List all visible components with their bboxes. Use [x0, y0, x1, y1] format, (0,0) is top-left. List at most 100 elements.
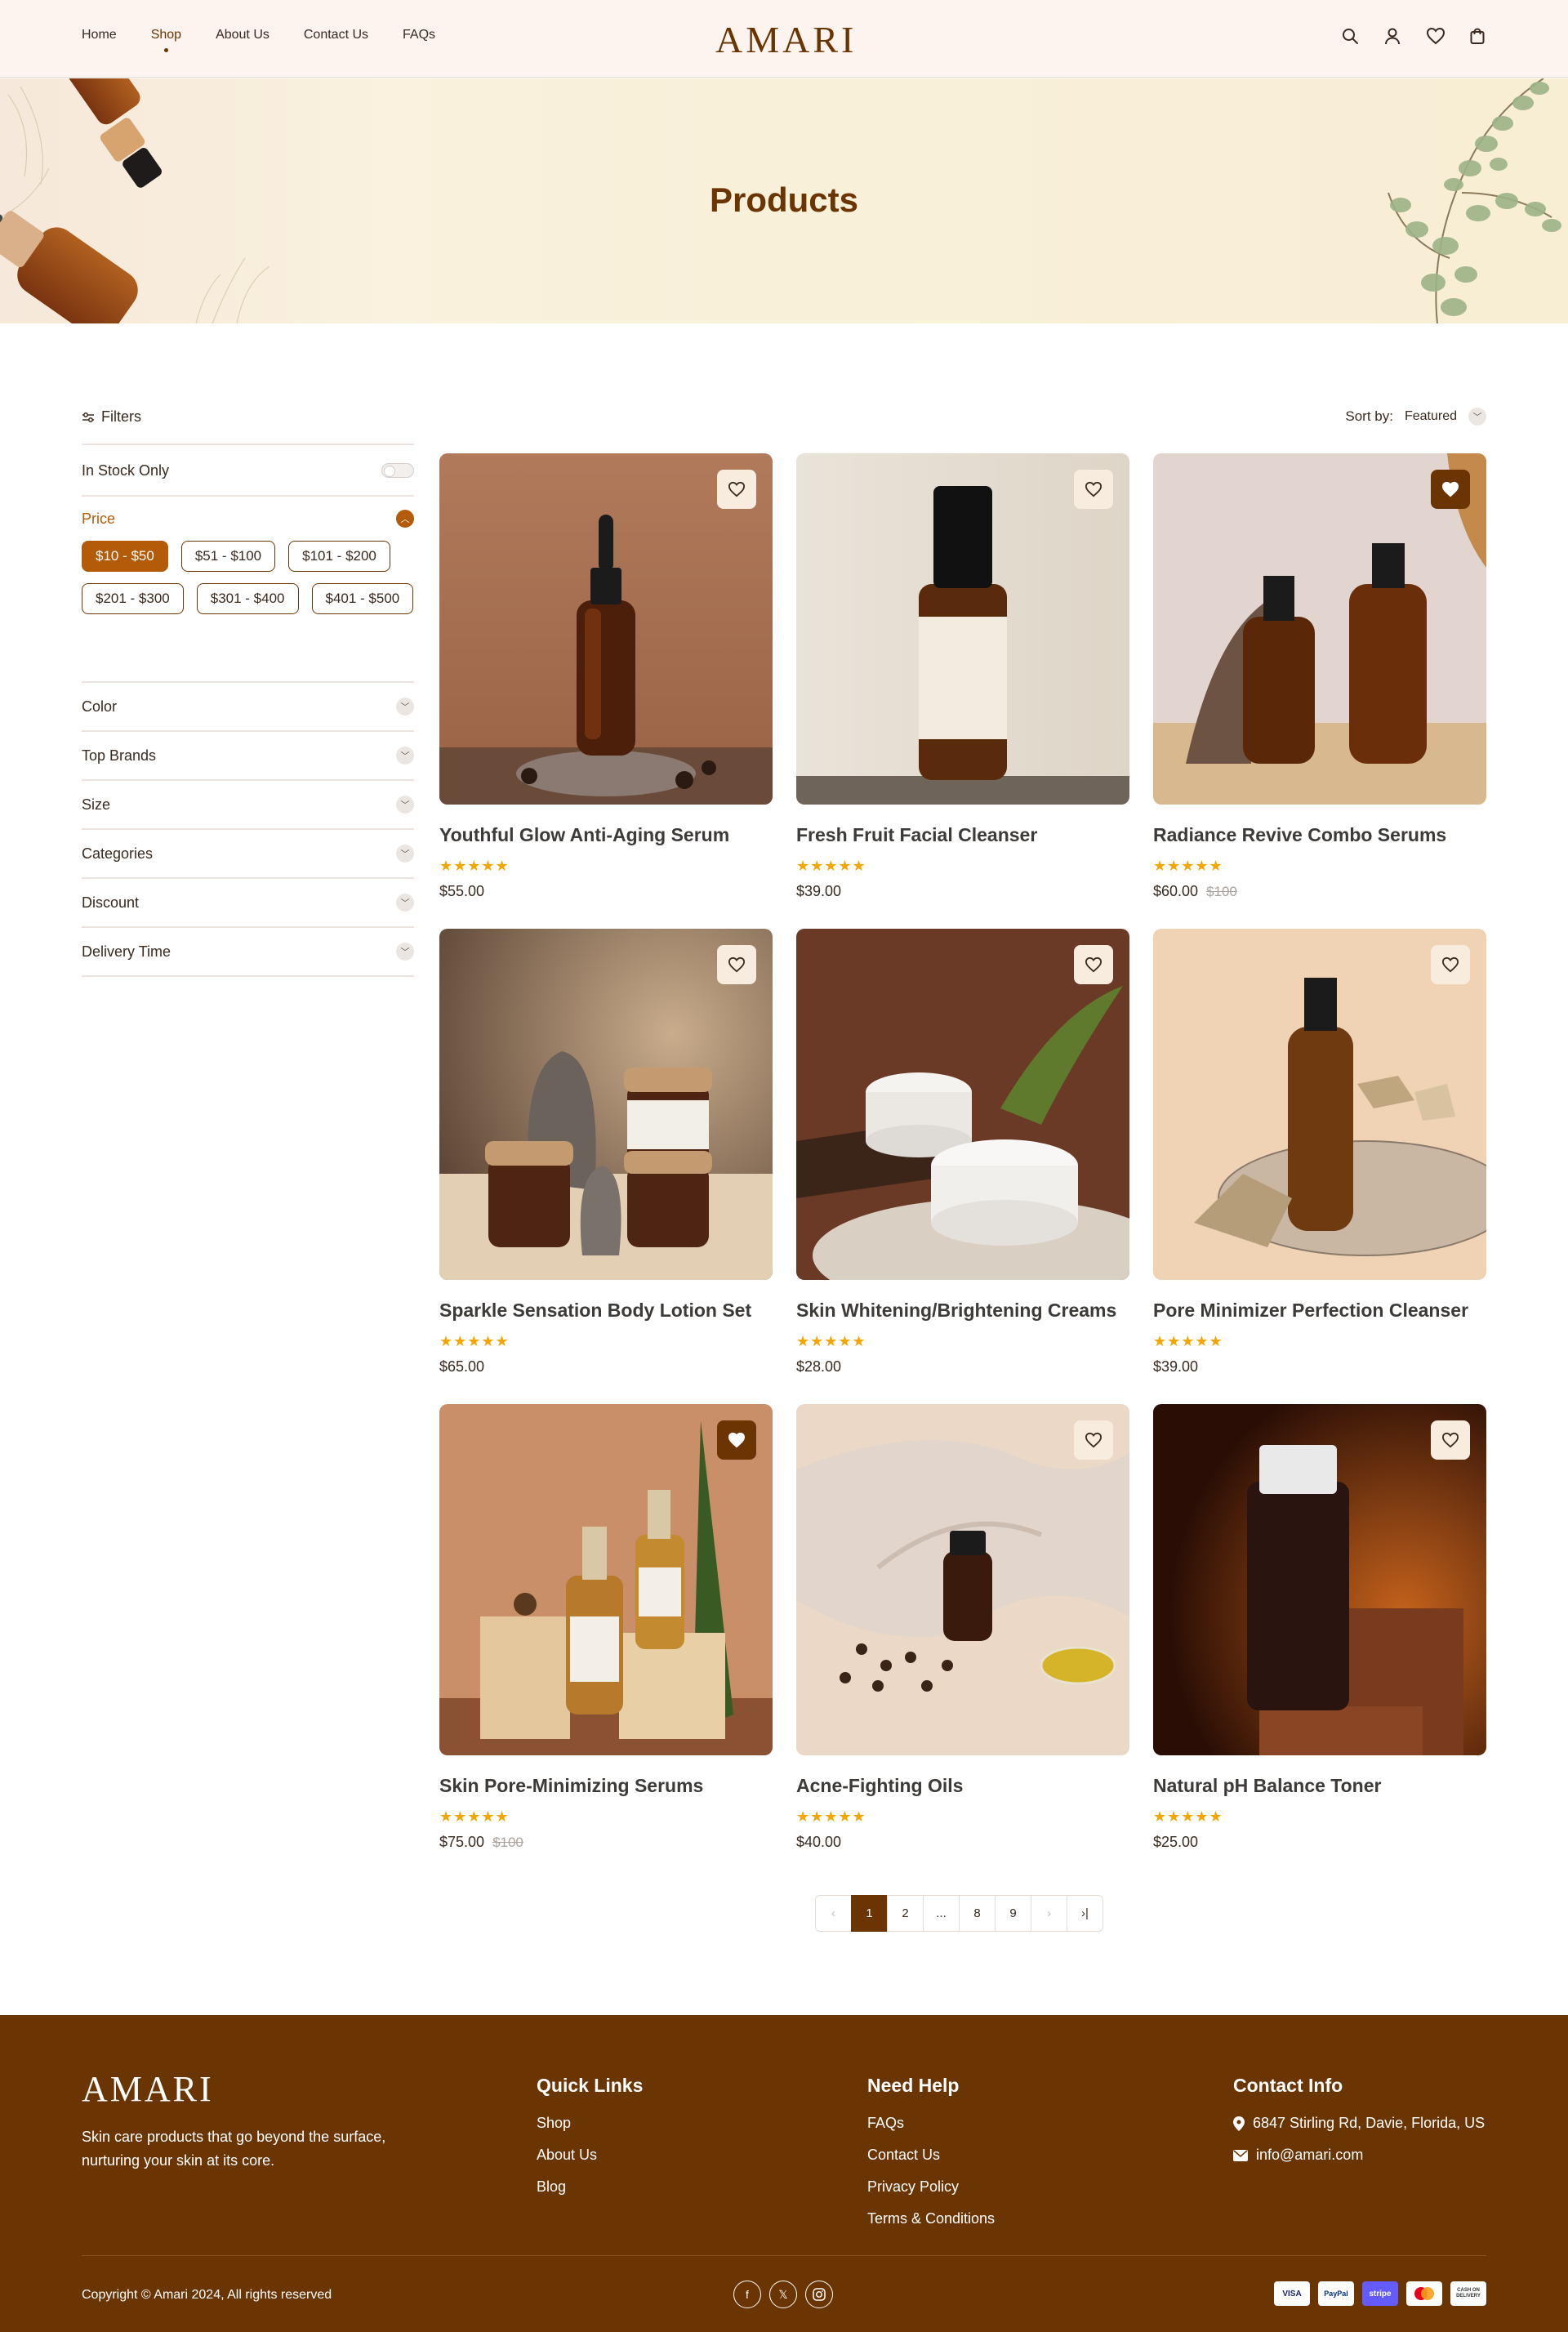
product-name[interactable]: Youthful Glow Anti-Aging Serum: [439, 824, 773, 846]
filter-color[interactable]: Color ﹀: [82, 681, 414, 730]
product-price: $55.00: [439, 883, 773, 900]
product-card[interactable]: Fresh Fruit Facial Cleanser ★★★★★ $39.00: [796, 453, 1129, 900]
in-stock-toggle[interactable]: [381, 463, 414, 478]
next-page-button[interactable]: ›: [1031, 1895, 1067, 1932]
filter-discount[interactable]: Discount ﹀: [82, 877, 414, 926]
x-icon[interactable]: 𝕏: [769, 2281, 797, 2308]
product-image[interactable]: [1153, 1404, 1486, 1755]
chevron-down-icon[interactable]: ﹀: [396, 845, 414, 863]
product-name[interactable]: Pore Minimizer Perfection Cleanser: [1153, 1300, 1486, 1322]
chevron-down-icon[interactable]: ﹀: [396, 943, 414, 961]
footer-link-faqs[interactable]: FAQs: [867, 2115, 995, 2132]
email-text[interactable]: info@amari.com: [1256, 2147, 1363, 2164]
product-name[interactable]: Acne-Fighting Oils: [796, 1775, 1129, 1797]
product-name[interactable]: Fresh Fruit Facial Cleanser: [796, 824, 1129, 846]
filter-categories-label: Categories: [82, 845, 154, 862]
filter-top-brands[interactable]: Top Brands ﹀: [82, 730, 414, 779]
nav-home[interactable]: Home: [82, 28, 117, 42]
product-card[interactable]: Youthful Glow Anti-Aging Serum ★★★★★ $55…: [439, 453, 773, 900]
price-chip-101-200[interactable]: $101 - $200: [288, 541, 390, 572]
chevron-down-icon[interactable]: ﹀: [396, 796, 414, 814]
filters-heading[interactable]: Filters: [82, 408, 141, 426]
chevron-down-icon[interactable]: ﹀: [396, 894, 414, 912]
product-card[interactable]: Sparkle Sensation Body Lotion Set ★★★★★ …: [439, 929, 773, 1376]
wishlist-button[interactable]: [717, 1420, 756, 1460]
page-8-button[interactable]: 8: [959, 1895, 996, 1932]
footer-link-about-us[interactable]: About Us: [537, 2147, 643, 2164]
footer-logo[interactable]: AMARI: [82, 2068, 214, 2110]
product-card[interactable]: Radiance Revive Combo Serums ★★★★★ $60.0…: [1153, 453, 1486, 900]
page-1-button[interactable]: 1: [851, 1895, 888, 1932]
chevron-down-icon[interactable]: ﹀: [396, 747, 414, 765]
price-chip-51-100[interactable]: $51 - $100: [180, 541, 276, 572]
product-image[interactable]: [439, 929, 773, 1280]
price-chip-401-500[interactable]: $401 - $500: [311, 583, 414, 614]
filter-size[interactable]: Size ﹀: [82, 779, 414, 828]
chevron-up-icon[interactable]: ︿: [396, 510, 414, 528]
footer-link-blog[interactable]: Blog: [537, 2178, 643, 2196]
price-chip-10-50[interactable]: $10 - $50: [82, 541, 168, 572]
nav-shop[interactable]: Shop: [151, 28, 181, 52]
instagram-icon[interactable]: [805, 2281, 833, 2308]
chevron-down-icon[interactable]: ﹀: [1468, 408, 1486, 426]
user-icon[interactable]: [1383, 27, 1401, 45]
contact-email[interactable]: info@amari.com: [1233, 2147, 1485, 2164]
product-card[interactable]: Acne-Fighting Oils ★★★★★ $40.00: [796, 1404, 1129, 1851]
product-name[interactable]: Radiance Revive Combo Serums: [1153, 824, 1486, 846]
nav-faqs[interactable]: FAQs: [403, 28, 435, 42]
wishlist-button[interactable]: [1431, 1420, 1470, 1460]
site-logo[interactable]: AMARI: [715, 18, 857, 61]
chevron-down-icon[interactable]: ﹀: [396, 698, 414, 716]
footer-link-terms[interactable]: Terms & Conditions: [867, 2210, 995, 2227]
hero-banner: Products: [0, 78, 1568, 323]
sort-select[interactable]: Featured: [1405, 409, 1457, 424]
product-image[interactable]: [796, 1404, 1129, 1755]
price-section-header[interactable]: Price ︿: [82, 497, 414, 541]
last-page-button[interactable]: ›|: [1067, 1895, 1103, 1932]
product-name[interactable]: Sparkle Sensation Body Lotion Set: [439, 1300, 773, 1322]
bag-icon[interactable]: [1468, 27, 1486, 45]
product-card[interactable]: Skin Pore-Minimizing Serums ★★★★★ $75.00…: [439, 1404, 773, 1851]
nav-about-us[interactable]: About Us: [216, 28, 270, 42]
wishlist-button[interactable]: [1431, 945, 1470, 984]
product-image[interactable]: [1153, 929, 1486, 1280]
footer-link-shop[interactable]: Shop: [537, 2115, 643, 2132]
current-price: $39.00: [1153, 1358, 1199, 1375]
rating-stars: ★★★★★: [439, 1808, 510, 1825]
heart-icon[interactable]: [1426, 27, 1446, 45]
product-name[interactable]: Natural pH Balance Toner: [1153, 1775, 1486, 1797]
product-image[interactable]: [796, 929, 1129, 1280]
product-card[interactable]: Pore Minimizer Perfection Cleanser ★★★★★…: [1153, 929, 1486, 1376]
prev-page-button[interactable]: ‹: [815, 1895, 852, 1932]
product-image[interactable]: [1153, 453, 1486, 805]
product-image[interactable]: [439, 453, 773, 805]
nav-contact-us[interactable]: Contact Us: [304, 28, 368, 42]
facebook-icon[interactable]: f: [733, 2281, 761, 2308]
product-card[interactable]: Skin Whitening/Brightening Creams ★★★★★ …: [796, 929, 1129, 1376]
price-chip-301-400[interactable]: $301 - $400: [196, 583, 299, 614]
contact-address: 6847 Stirling Rd, Davie, Florida, US: [1233, 2115, 1485, 2132]
page-2-button[interactable]: 2: [887, 1895, 924, 1932]
page-9-button[interactable]: 9: [995, 1895, 1031, 1932]
wishlist-button[interactable]: [717, 945, 756, 984]
wishlist-button[interactable]: [1074, 470, 1113, 509]
product-name[interactable]: Skin Pore-Minimizing Serums: [439, 1775, 773, 1797]
wishlist-button[interactable]: [1074, 945, 1113, 984]
search-icon[interactable]: [1341, 27, 1359, 45]
contact-info-title: Contact Info: [1233, 2075, 1343, 2096]
footer-link-contact-us[interactable]: Contact Us: [867, 2147, 995, 2164]
wishlist-button[interactable]: [1074, 1420, 1113, 1460]
wishlist-button[interactable]: [717, 470, 756, 509]
price-chip-201-300[interactable]: $201 - $300: [82, 583, 184, 614]
quick-links-title: Quick Links: [537, 2075, 644, 2096]
product-image[interactable]: [439, 1404, 773, 1755]
product-card[interactable]: Natural pH Balance Toner ★★★★★ $25.00: [1153, 1404, 1486, 1851]
current-price: $60.00: [1153, 883, 1199, 899]
footer-link-privacy-policy[interactable]: Privacy Policy: [867, 2178, 995, 2196]
filter-delivery-time[interactable]: Delivery Time ﹀: [82, 926, 414, 975]
filter-categories[interactable]: Categories ﹀: [82, 828, 414, 877]
product-image[interactable]: [796, 453, 1129, 805]
current-price: $28.00: [796, 1358, 842, 1375]
wishlist-button[interactable]: [1431, 470, 1470, 509]
product-name[interactable]: Skin Whitening/Brightening Creams: [796, 1300, 1129, 1322]
